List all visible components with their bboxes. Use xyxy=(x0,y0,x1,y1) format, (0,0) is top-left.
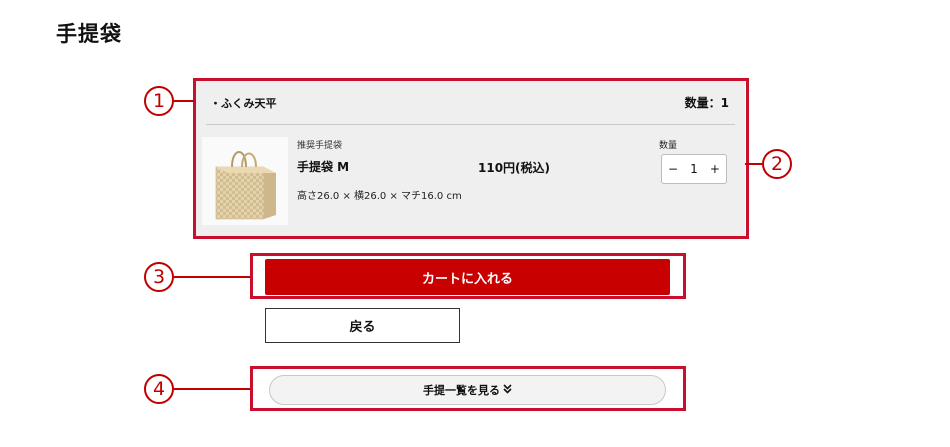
total-quantity: 数量：1 xyxy=(684,96,729,110)
callout-1: 1 xyxy=(144,86,174,116)
product-category: 推奨手提袋 xyxy=(297,141,343,151)
cart-item-panel: ・ふくみ天平 数量：1 推奨手提袋 手提袋 M 110円(税込) 高さ26.0 … xyxy=(196,81,745,236)
quantity-value: 1 xyxy=(690,162,698,176)
callout-line-2 xyxy=(742,163,762,165)
callout-3: 3 xyxy=(144,262,174,292)
product-price: 110円(税込) xyxy=(478,161,551,175)
quantity-label: 数量 xyxy=(659,141,678,151)
callout-line-1 xyxy=(174,100,194,102)
page-title: 手提袋 xyxy=(56,22,122,46)
callout-line-4 xyxy=(174,388,250,390)
divider xyxy=(206,124,735,125)
product-name: 手提袋 M xyxy=(297,160,350,174)
double-chevron-down-icon xyxy=(503,383,512,397)
show-bag-list-button[interactable]: 手提一覧を見る xyxy=(269,375,666,405)
paper-bag-image xyxy=(202,137,288,225)
product-dimensions: 高さ26.0 × 横26.0 × マチ16.0 cm xyxy=(297,191,462,202)
quantity-stepper[interactable]: − 1 + xyxy=(661,154,727,184)
show-bag-list-label: 手提一覧を見る xyxy=(423,384,500,397)
callout-line-3 xyxy=(174,276,250,278)
back-button[interactable]: 戻る xyxy=(265,308,460,343)
add-to-cart-button[interactable]: カートに入れる xyxy=(265,259,670,295)
callout-2: 2 xyxy=(762,149,792,179)
store-name: ・ふくみ天平 xyxy=(210,97,277,110)
decrement-button[interactable]: − xyxy=(668,162,678,176)
increment-button[interactable]: + xyxy=(710,162,720,176)
callout-4: 4 xyxy=(144,374,174,404)
